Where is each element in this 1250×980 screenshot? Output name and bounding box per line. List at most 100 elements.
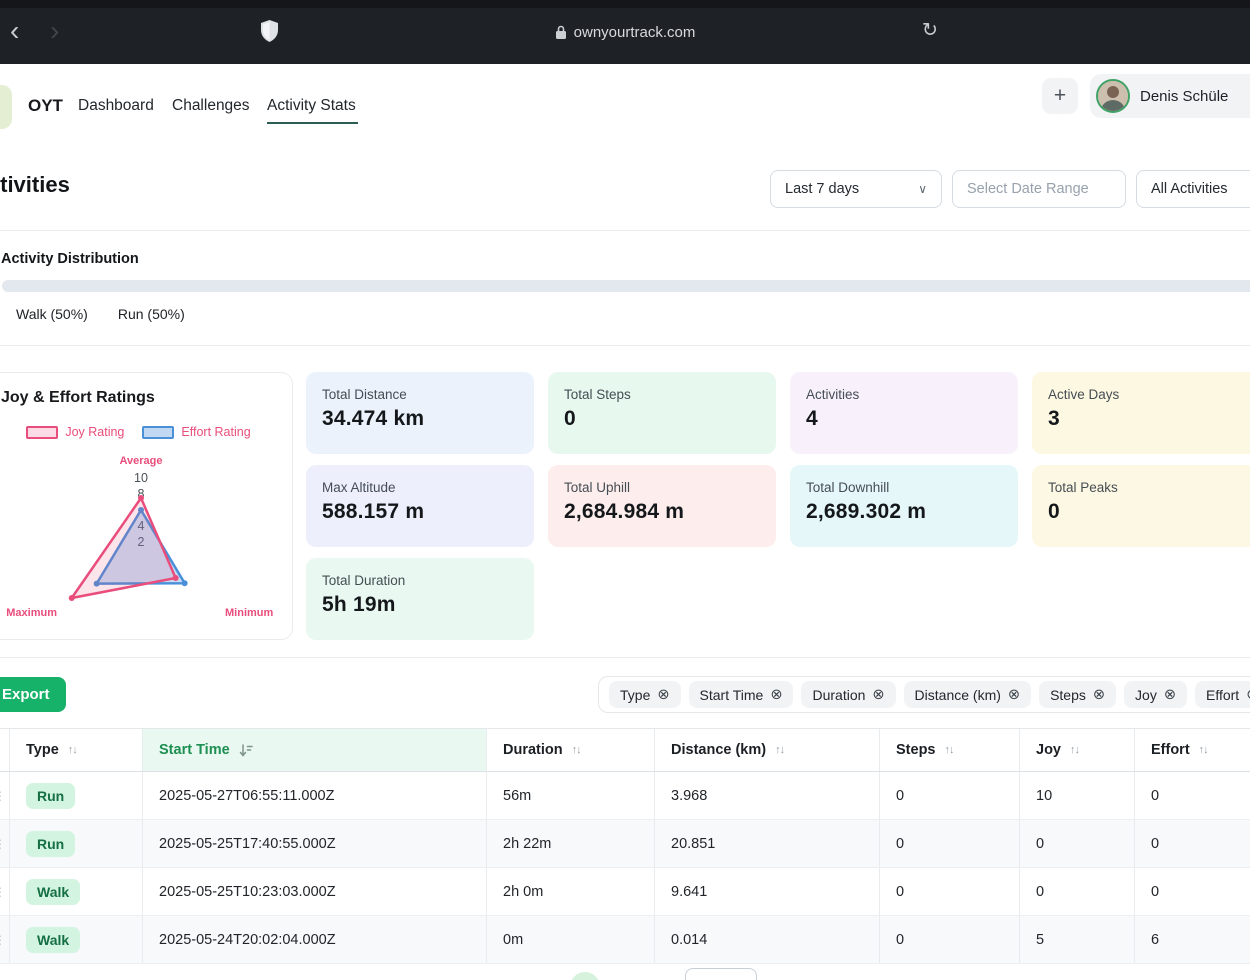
legend-item-joy[interactable]: Joy Rating bbox=[26, 425, 124, 439]
stat-max-altitude: Max Altitude588.157 m bbox=[306, 465, 534, 547]
table-row[interactable]: ⋮⋮ Run 2025-05-25T17:40:55.000Z 2h 22m 2… bbox=[0, 820, 1250, 868]
date-range-placeholder: Select Date Range bbox=[967, 181, 1089, 197]
remove-icon[interactable]: ⊗ bbox=[1164, 687, 1176, 703]
sort-desc-icon[interactable] bbox=[239, 744, 253, 757]
col-label: Start Time bbox=[159, 742, 230, 758]
table-row[interactable]: ⋮⋮ Run 2025-05-27T06:55:11.000Z 56m 3.96… bbox=[0, 772, 1250, 820]
joy-swatch bbox=[26, 426, 58, 439]
chip-steps[interactable]: Steps ⊗ bbox=[1039, 681, 1116, 708]
stat-active-days: Active Days3 bbox=[1032, 372, 1250, 454]
stat-value: 0 bbox=[1048, 500, 1244, 524]
legend-run: Run (50%) bbox=[118, 306, 185, 322]
chip-effort[interactable]: Effort⊗ bbox=[1195, 681, 1250, 708]
stat-total-downhill: Total Downhill2,689.302 m bbox=[790, 465, 1018, 547]
pagination-next-button[interactable] bbox=[685, 968, 757, 980]
distribution-legend: Walk (50%) Run (50%) bbox=[16, 306, 185, 322]
pagination-page-button[interactable] bbox=[570, 972, 600, 980]
app-logo[interactable] bbox=[0, 85, 12, 129]
time-range-select[interactable]: Last 7 days ∨ bbox=[770, 170, 942, 208]
drag-handle-icon[interactable]: ⋮⋮ bbox=[0, 933, 10, 947]
table-row[interactable]: ⋮⋮ Walk 2025-05-24T20:02:04.000Z 0m 0.01… bbox=[0, 916, 1250, 964]
radar-chart: 10842AverageMinimumMaximum bbox=[0, 373, 294, 641]
col-header-duration[interactable]: Duration ↑↓ bbox=[487, 729, 655, 771]
cell-duration: 0m bbox=[487, 916, 655, 963]
sort-icon[interactable]: ↑↓ bbox=[572, 744, 581, 756]
distribution-bar bbox=[2, 280, 1250, 292]
avatar bbox=[1096, 79, 1130, 113]
sort-icon[interactable]: ↑↓ bbox=[945, 744, 954, 756]
cell-steps: 0 bbox=[880, 772, 1020, 819]
divider bbox=[0, 657, 1250, 658]
cell-duration: 2h 22m bbox=[487, 820, 655, 867]
svg-text:Minimum: Minimum bbox=[225, 607, 273, 619]
address-bar[interactable]: ownyourtrack.com bbox=[0, 0, 1250, 64]
col-header-type[interactable]: Type↑↓ bbox=[10, 729, 143, 771]
drag-handle-icon[interactable]: ⋮⋮ bbox=[0, 837, 10, 851]
remove-icon[interactable]: ⊗ bbox=[1093, 687, 1105, 703]
chip-distance[interactable]: Distance (km) ⊗ bbox=[904, 681, 1032, 708]
cell-joy: 5 bbox=[1020, 916, 1135, 963]
cell-effort: 6 bbox=[1135, 916, 1250, 963]
type-badge: Run bbox=[26, 783, 75, 809]
remove-icon[interactable]: ⊗ bbox=[872, 687, 884, 703]
chip-joy[interactable]: Joy⊗ bbox=[1124, 681, 1187, 708]
stat-total-duration: Total Duration5h 19m bbox=[306, 558, 534, 640]
svg-text:Average: Average bbox=[119, 455, 162, 467]
tab-challenges[interactable]: Challenges bbox=[172, 97, 250, 115]
legend-item-effort[interactable]: Effort Rating bbox=[142, 425, 250, 439]
sort-icon[interactable]: ↑↓ bbox=[1199, 744, 1208, 756]
stat-activities: Activities 4 bbox=[790, 372, 1018, 454]
table-row[interactable]: ⋮⋮ Walk 2025-05-25T10:23:03.000Z 2h 0m 9… bbox=[0, 868, 1250, 916]
date-range-input[interactable]: Select Date Range bbox=[952, 170, 1126, 208]
chip-duration[interactable]: Duration⊗ bbox=[801, 681, 895, 708]
tab-dashboard[interactable]: Dashboard bbox=[78, 97, 154, 115]
divider bbox=[0, 230, 1250, 231]
tab-activity-stats[interactable]: Activity Stats bbox=[267, 97, 356, 115]
cell-joy: 0 bbox=[1020, 868, 1135, 915]
stat-label: Total Peaks bbox=[1048, 480, 1244, 495]
cell-start-time: 2025-05-25T17:40:55.000Z bbox=[143, 820, 487, 867]
export-button[interactable]: Export bbox=[0, 677, 66, 712]
cell-effort: 0 bbox=[1135, 820, 1250, 867]
sort-icon[interactable]: ↑↓ bbox=[1070, 744, 1079, 756]
cell-effort: 0 bbox=[1135, 868, 1250, 915]
reload-icon[interactable]: ↻ bbox=[922, 19, 938, 42]
col-header-steps[interactable]: Steps↑↓ bbox=[880, 729, 1020, 771]
chip-label: Steps bbox=[1050, 687, 1086, 703]
remove-icon[interactable]: ⊗ bbox=[770, 687, 782, 703]
brand-oyt[interactable]: OYT bbox=[28, 96, 63, 116]
cell-distance: 3.968 bbox=[655, 772, 880, 819]
col-header-effort[interactable]: Effort ↑↓ bbox=[1135, 729, 1250, 771]
sort-icon[interactable]: ↑↓ bbox=[68, 744, 77, 756]
stat-value: 4 bbox=[806, 407, 1002, 431]
drag-handle-icon[interactable]: ⋮⋮ bbox=[0, 885, 10, 899]
col-header-joy[interactable]: Joy↑↓ bbox=[1020, 729, 1135, 771]
remove-icon[interactable]: ⊗ bbox=[657, 687, 669, 703]
chip-label: Start Time bbox=[700, 687, 764, 703]
col-header-distance[interactable]: Distance (km)↑↓ bbox=[655, 729, 880, 771]
col-label: Effort bbox=[1151, 742, 1190, 758]
add-button[interactable]: + bbox=[1042, 78, 1078, 114]
stat-label: Total Downhill bbox=[806, 480, 1002, 495]
joy-effort-ratings-card: 10842AverageMinimumMaximum Joy & Effort … bbox=[0, 372, 293, 640]
drag-handle-icon[interactable]: ⋮⋮ bbox=[0, 789, 10, 803]
cell-steps: 0 bbox=[880, 916, 1020, 963]
stat-label: Total Duration bbox=[322, 573, 518, 588]
effort-swatch bbox=[142, 426, 174, 439]
col-header-start-time[interactable]: Start Time bbox=[143, 729, 487, 771]
stat-label: Activities bbox=[806, 387, 1002, 402]
chip-type[interactable]: Type ⊗ bbox=[609, 681, 681, 708]
chip-label: Distance (km) bbox=[915, 687, 1001, 703]
type-badge: Run bbox=[26, 831, 75, 857]
col-label: Duration bbox=[503, 742, 563, 758]
activity-type-select[interactable]: All Activities bbox=[1136, 170, 1250, 208]
chip-label: Type bbox=[620, 687, 650, 703]
cell-start-time: 2025-05-25T10:23:03.000Z bbox=[143, 868, 487, 915]
chip-start-time[interactable]: Start Time ⊗ bbox=[689, 681, 794, 708]
app-nav: OYT Dashboard Challenges Activity Stats … bbox=[0, 64, 1250, 140]
sort-icon[interactable]: ↑↓ bbox=[775, 744, 784, 756]
cell-duration: 56m bbox=[487, 772, 655, 819]
remove-icon[interactable]: ⊗ bbox=[1246, 687, 1250, 703]
remove-icon[interactable]: ⊗ bbox=[1008, 687, 1020, 703]
user-menu[interactable]: Denis Schüle bbox=[1090, 74, 1250, 118]
